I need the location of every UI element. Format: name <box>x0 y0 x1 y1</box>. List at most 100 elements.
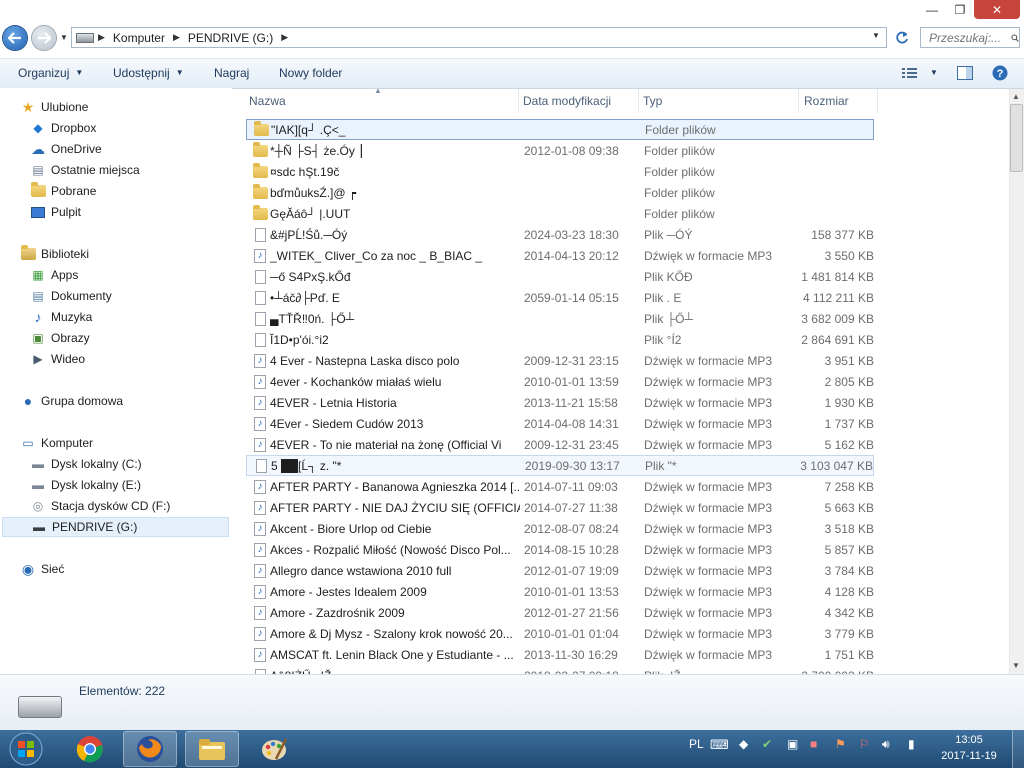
chevron-right-icon[interactable]: ▶ <box>277 32 292 43</box>
nav-item-onedrive[interactable]: ☁ OneDrive <box>30 139 102 159</box>
file-row[interactable]: ─ő S4PxŞ.kŐđ Plik KŐĐ 1 481 814 KB <box>246 266 874 287</box>
column-size[interactable]: Rozmiar <box>800 89 878 113</box>
security-tray-icon[interactable]: ✔ <box>762 737 772 751</box>
scrollbar-thumb[interactable] <box>1010 104 1023 172</box>
search-input[interactable] <box>921 29 1011 46</box>
organize-menu[interactable]: Organizuj ▼ <box>18 58 83 87</box>
column-type[interactable]: Typ <box>639 89 799 113</box>
file-row[interactable]: ♪ Amore - Jestes Idealem 2009 2010-01-01 1… <box>246 581 874 602</box>
file-row[interactable]: ▄TŤŘ‼0ń. ├Ő┴ Plik ├Ő┴ 3 682 009 KB <box>246 308 874 329</box>
nav-item-apps[interactable]: ▦ Apps <box>30 265 78 285</box>
file-row[interactable]: &#jPĹ!Śů.─Óý 2024-03-23 18:30 Plik ─ÓÝ 158 … <box>246 224 874 245</box>
file-row[interactable]: ♪ AMSCAT ft. Lenin Black One y Estudiante… <box>246 644 874 665</box>
nav-item-downloads[interactable]: Pobrane <box>30 181 96 201</box>
file-row[interactable]: ¤sdc hŞt.19č Folder plików <box>246 161 874 182</box>
nav-computer[interactable]: ▭ Komputer <box>20 433 93 453</box>
column-name[interactable]: Nazwa <box>245 89 519 113</box>
file-row[interactable]: ♪ _WITEK_ Cliver_Co za noc _ B_BIAC _ 2014… <box>246 245 874 266</box>
nav-homegroup[interactable]: ● Grupa domowa <box>20 391 123 411</box>
nav-libraries[interactable]: Biblioteki <box>20 244 89 264</box>
file-row[interactable]: bďmůuksŹ.]@ ┍ Folder plików <box>246 182 874 203</box>
taskbar-firefox[interactable] <box>123 731 177 767</box>
dropbox-tray-icon[interactable]: ◆ <box>739 737 748 751</box>
network-tray-icon[interactable]: ▮ <box>908 737 915 751</box>
address-bar[interactable]: ▶ Komputer ▶ PENDRIVE (G:) ▶ <box>71 27 887 48</box>
forward-button[interactable] <box>32 26 56 50</box>
file-row[interactable]: ♪ Akcent - Biore Urlop od Ciebie 2012-08-0… <box>246 518 874 539</box>
file-row[interactable]: ♪ 4EVER - To nie materiał na żonę (Offici… <box>246 434 874 455</box>
file-icon <box>251 332 269 348</box>
nav-item-recent[interactable]: ▤ Ostatnie miejsca <box>30 160 139 180</box>
burn-button[interactable]: Nagraj <box>214 58 249 87</box>
nav-item-music[interactable]: ♪ Muzyka <box>30 307 93 327</box>
nav-item-cd-drive[interactable]: ◎ Stacja dysków CD (F:) <box>30 496 171 516</box>
recent-pages-button[interactable]: ▼ <box>58 30 70 44</box>
view-options-button[interactable]: ▼ <box>902 58 938 87</box>
vertical-scrollbar[interactable] <box>1009 89 1024 674</box>
nav-item-videos[interactable]: ▶ Wideo <box>30 349 85 369</box>
antivirus-tray-icon[interactable]: ■ <box>810 737 817 751</box>
back-button[interactable] <box>3 26 27 50</box>
scroll-up-icon[interactable]: ▲ <box>1012 92 1020 101</box>
nav-item-dropbox[interactable]: ◆ Dropbox <box>30 118 96 138</box>
file-row[interactable]: ♪ 4Ever - Siedem Cudów 2013 2014-04-08 14:… <box>246 413 874 434</box>
nav-favorites[interactable]: ★ Ulubione <box>20 97 89 117</box>
file-row[interactable]: Aâ8!ŻŰ .,IŽ2018-02-27 09:18Plik .IŽ2 700… <box>246 665 874 674</box>
file-row[interactable]: ♪ 4ever - Kochanków miałaś wielu 2010-01-0… <box>246 371 874 392</box>
scroll-down-icon[interactable]: ▼ <box>1012 661 1020 670</box>
file-size: 3 682 009 KB <box>801 311 874 326</box>
breadcrumb-computer[interactable]: Komputer <box>109 31 169 45</box>
clock-time[interactable]: 13:05 <box>940 734 998 746</box>
language-indicator[interactable]: PL <box>689 737 704 751</box>
preview-pane-button[interactable] <box>957 58 973 87</box>
file-row[interactable]: GęĂáô┘ |.UUT Folder plików <box>246 203 874 224</box>
file-row[interactable]: ♪ Akces - Rozpalić Miłość (Nowość Disco P… <box>246 539 874 560</box>
start-button[interactable] <box>4 731 48 767</box>
file-row[interactable]: *┼Ñ ├S┤ że.Óy ⎮ 2012-01-08 09:38 Folder pl… <box>246 140 874 161</box>
file-row[interactable]: ♪ 4 Ever - Nastepna Laska disco polo 2009-… <box>246 350 874 371</box>
file-row[interactable]: Ĭ1D•p'ói.°i2 Plik °Í2 2 864 691 KB <box>246 329 874 350</box>
show-desktop-button[interactable] <box>1012 730 1024 768</box>
volume-icon[interactable]: 🔊︎ <box>882 737 890 752</box>
clock-date[interactable]: 2017-11-19 <box>936 750 1002 762</box>
nav-item-drive-c[interactable]: ▬ Dysk lokalny (C:) <box>30 454 142 474</box>
nav-item-documents[interactable]: ▤ Dokumenty <box>30 286 111 306</box>
breadcrumb-pendrive[interactable]: PENDRIVE (G:) <box>184 31 277 45</box>
file-row[interactable]: "IAK][q┘ .Ç<_ Folder plików <box>246 119 874 140</box>
chevron-right-icon[interactable]: ▶ <box>94 32 109 43</box>
address-dropdown-icon[interactable]: ▼ <box>872 31 880 40</box>
file-type: Dźwięk w formacie MP3 <box>644 374 773 389</box>
action-center-icon[interactable]: ⚐ <box>859 737 870 751</box>
nav-item-desktop[interactable]: Pulpit <box>30 202 81 222</box>
file-row[interactable]: ♪ Allegro dance wstawiona 2010 full 2012-0… <box>246 560 874 581</box>
file-row[interactable]: •┴áč∂├Pď. E 2059-01-14 05:15 Plik . E 4 112… <box>246 287 874 308</box>
search-box[interactable] <box>920 27 1020 48</box>
new-folder-button[interactable]: Nowy folder <box>279 58 342 87</box>
nav-item-drive-e[interactable]: ▬ Dysk lokalny (E:) <box>30 475 141 495</box>
taskbar-paint[interactable] <box>247 731 301 767</box>
file-row[interactable]: ♪ Amore - Zazdrośnik 2009 2012-01-27 21:56… <box>246 602 874 623</box>
file-row[interactable]: ♪ Amore & Dj Mysz - Szalony krok nowość 2… <box>246 623 874 644</box>
nav-item-pendrive[interactable]: ▬ PENDRIVE (G:) <box>2 517 229 537</box>
file-row[interactable]: ♪ AFTER PARTY - NIE DAJ ŻYCIU SIĘ (OFFICI… <box>246 497 874 518</box>
update-tray-icon[interactable]: ⚑ <box>835 737 846 751</box>
refresh-button[interactable] <box>891 27 913 48</box>
share-menu[interactable]: Udostępnij ▼ <box>113 58 184 87</box>
help-button[interactable]: ? <box>992 58 1008 87</box>
file-row[interactable]: 5 ██[Ĺ┐ z. "* 2019-09-30 13:17 Plik "* 3 10… <box>246 455 874 476</box>
nav-item-pictures[interactable]: ▣ Obrazy <box>30 328 89 348</box>
nav-network[interactable]: ◉ Sieć <box>20 559 64 579</box>
file-row[interactable]: ♪ 4EVER - Letnia Historia 2013-11-21 15:58… <box>246 392 874 413</box>
close-button[interactable]: ✕ <box>974 0 1020 19</box>
chevron-right-icon[interactable]: ▶ <box>169 32 184 43</box>
search-icon[interactable] <box>1011 32 1019 44</box>
taskbar-chrome[interactable] <box>63 731 117 767</box>
file-row[interactable]: ♪ AFTER PARTY - Bananowa Agnieszka 2014 [… <box>246 476 874 497</box>
minimize-button[interactable]: — <box>918 0 946 19</box>
file-type: Folder plików <box>644 185 715 200</box>
taskbar-explorer[interactable] <box>185 731 239 767</box>
keyboard-icon[interactable]: ⌨ <box>710 737 729 753</box>
printer-tray-icon[interactable]: ▣ <box>787 737 798 751</box>
maximize-button[interactable]: ❐ <box>946 0 974 19</box>
column-date[interactable]: Data modyfikacji <box>519 89 639 113</box>
